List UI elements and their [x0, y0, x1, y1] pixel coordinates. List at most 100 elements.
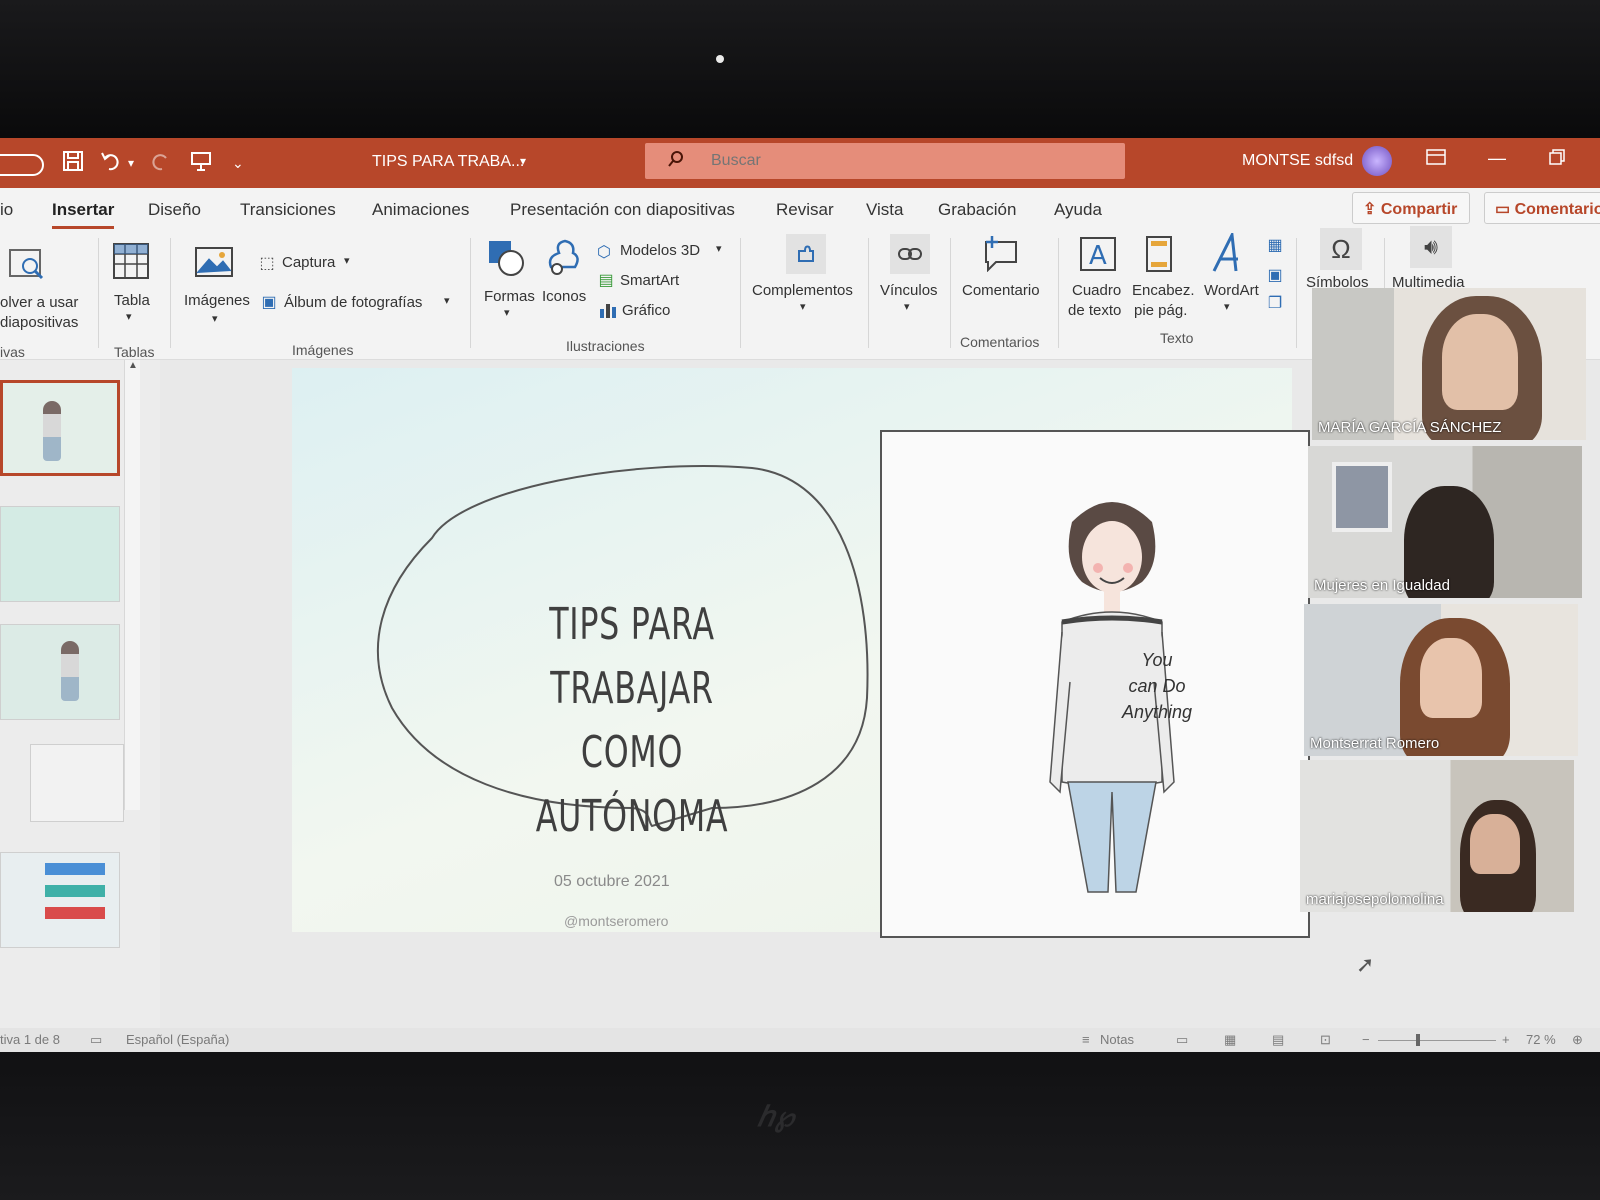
scroll-up-icon[interactable]: ▲	[128, 360, 138, 371]
tab-ayuda[interactable]: Ayuda	[1054, 200, 1102, 220]
text-box-icon[interactable]: A	[1078, 234, 1118, 274]
add-ins-dropdown-icon[interactable]: ▾	[800, 300, 806, 313]
normal-view-icon[interactable]: ▭	[1176, 1032, 1188, 1048]
smartart-label[interactable]: SmartArt	[620, 272, 679, 289]
redo-icon[interactable]	[150, 150, 172, 178]
text-box-label-1[interactable]: Cuadro	[1072, 282, 1121, 299]
table-label[interactable]: Tabla	[114, 292, 150, 309]
title-dropdown-icon[interactable]: ▾	[520, 154, 526, 168]
new-comment-label[interactable]: Comentario	[962, 282, 1040, 299]
tab-revisar[interactable]: Revisar	[776, 200, 834, 220]
comments-button[interactable]: ▭ Comentarios	[1484, 192, 1600, 224]
tab-grabacion[interactable]: Grabación	[938, 200, 1016, 220]
add-ins-icon[interactable]	[786, 234, 826, 274]
header-footer-label-1[interactable]: Encabez.	[1132, 282, 1195, 299]
icons-icon[interactable]	[544, 236, 584, 278]
icons-label[interactable]: Iconos	[542, 288, 586, 305]
new-comment-icon[interactable]	[980, 232, 1022, 274]
participant-video-3[interactable]: Montserrat Romero	[1304, 604, 1578, 756]
header-footer-label-2[interactable]: pie pág.	[1134, 302, 1187, 319]
tab-presentacion[interactable]: Presentación con diapositivas	[510, 200, 735, 220]
slide-thumbnail-2[interactable]	[0, 506, 120, 602]
language-indicator[interactable]: Español (España)	[126, 1032, 229, 1047]
chart-icon[interactable]	[598, 300, 618, 320]
search-box[interactable]	[645, 143, 1125, 179]
header-footer-icon[interactable]	[1142, 234, 1176, 274]
illustration-frame[interactable]: You can Do Anything	[880, 430, 1310, 938]
3d-models-label[interactable]: Modelos 3D	[620, 242, 700, 259]
reuse-slides-icon[interactable]	[6, 244, 50, 284]
zoom-in-icon[interactable]: +	[1502, 1032, 1510, 1047]
links-dropdown-icon[interactable]: ▾	[904, 300, 910, 313]
restore-icon[interactable]	[1548, 148, 1566, 171]
links-label[interactable]: Vínculos	[880, 282, 938, 299]
zoom-level[interactable]: 72 %	[1526, 1032, 1556, 1047]
notes-button[interactable]: Notas	[1100, 1032, 1134, 1047]
zoom-out-icon[interactable]: −	[1362, 1032, 1370, 1047]
minimize-icon[interactable]: —	[1488, 148, 1506, 169]
photo-album-dropdown-icon[interactable]: ▾	[444, 294, 450, 307]
wordart-label[interactable]: WordArt	[1204, 282, 1259, 299]
undo-dropdown-icon[interactable]: ▾	[128, 156, 134, 170]
3d-models-dropdown-icon[interactable]: ▾	[716, 242, 722, 255]
slide-thumbnail-1[interactable]	[0, 380, 120, 476]
symbols-icon[interactable]: Ω	[1320, 228, 1362, 270]
fit-slide-icon[interactable]: ⊕	[1572, 1032, 1583, 1048]
participant-video-2[interactable]: Mujeres en Igualdad	[1308, 446, 1582, 598]
accessibility-icon[interactable]: ▭	[90, 1032, 102, 1048]
slide-number-icon[interactable]: ▣	[1264, 264, 1286, 286]
reuse-slides-label-1[interactable]: olver a usar	[0, 294, 78, 311]
multimedia-icon[interactable]: 🔊︎	[1410, 226, 1452, 268]
chart-label[interactable]: Gráfico	[622, 302, 670, 319]
tab-insertar[interactable]: Insertar	[52, 200, 114, 220]
present-icon[interactable]	[190, 150, 212, 178]
participant-video-1[interactable]: MARÍA GARCÍA SÁNCHEZ	[1312, 288, 1586, 440]
tab-animaciones[interactable]: Animaciones	[372, 200, 469, 220]
customize-icon[interactable]: ⌄	[232, 155, 244, 172]
share-button[interactable]: ⇪ Compartir	[1352, 192, 1470, 224]
slide-date[interactable]: 05 octubre 2021	[554, 873, 670, 891]
shapes-dropdown-icon[interactable]: ▾	[504, 306, 510, 319]
tab-diseno[interactable]: Diseño	[148, 200, 201, 220]
shapes-icon[interactable]	[486, 238, 526, 278]
reuse-slides-label-2[interactable]: diapositivas	[0, 314, 78, 331]
screenshot-dropdown-icon[interactable]: ▾	[344, 254, 350, 267]
account-name[interactable]: MONTSE sdfsd	[1242, 152, 1353, 170]
tab-transiciones[interactable]: Transiciones	[240, 200, 336, 220]
text-box-label-2[interactable]: de texto	[1068, 302, 1121, 319]
zoom-slider[interactable]	[1378, 1034, 1496, 1046]
avatar[interactable]	[1362, 146, 1392, 176]
reading-view-icon[interactable]: ▤	[1272, 1032, 1284, 1048]
participant-video-4[interactable]: mariajosepolomolina	[1300, 760, 1574, 912]
save-icon[interactable]	[62, 150, 84, 178]
slide-thumbnail-3[interactable]	[0, 624, 120, 720]
slideshow-icon[interactable]: ⊡	[1320, 1032, 1331, 1048]
object-icon[interactable]: ❐	[1264, 292, 1286, 314]
pictures-label[interactable]: Imágenes	[184, 292, 250, 309]
pictures-icon[interactable]	[194, 244, 234, 280]
slide-thumbnail-4[interactable]	[30, 744, 124, 822]
table-icon[interactable]	[110, 240, 152, 282]
screenshot-icon[interactable]: ⬚	[256, 252, 278, 274]
wordart-icon[interactable]	[1208, 232, 1248, 274]
slide-thumbnail-5[interactable]	[0, 852, 120, 948]
document-title[interactable]: TIPS PARA TRABA...	[372, 153, 524, 171]
date-time-icon[interactable]: ▦	[1264, 234, 1286, 256]
smartart-icon[interactable]: ▤	[596, 270, 616, 290]
table-dropdown-icon[interactable]: ▾	[126, 310, 132, 323]
pictures-dropdown-icon[interactable]: ▾	[212, 312, 218, 325]
links-icon[interactable]	[890, 234, 930, 274]
slide-canvas[interactable]: TIPS PARA TRABAJAR COMO AUTÓNOMA 05 octu…	[292, 368, 1310, 938]
tab-inicio[interactable]: io	[0, 200, 13, 220]
3d-models-icon[interactable]: ⬡	[594, 242, 614, 262]
slide-handle[interactable]: @montseromero	[564, 913, 668, 929]
wordart-dropdown-icon[interactable]: ▾	[1224, 300, 1230, 313]
slide-sorter-icon[interactable]: ▦	[1224, 1032, 1236, 1048]
ribbon-display-icon[interactable]	[1426, 148, 1446, 171]
autosave-toggle[interactable]	[0, 154, 44, 176]
notes-icon[interactable]: ≡	[1082, 1032, 1090, 1047]
undo-icon[interactable]	[100, 150, 124, 178]
photo-album-label[interactable]: Álbum de fotografías	[284, 294, 422, 311]
thumbnail-scrollbar[interactable]: ▲	[124, 360, 140, 810]
tab-vista[interactable]: Vista	[866, 200, 904, 220]
